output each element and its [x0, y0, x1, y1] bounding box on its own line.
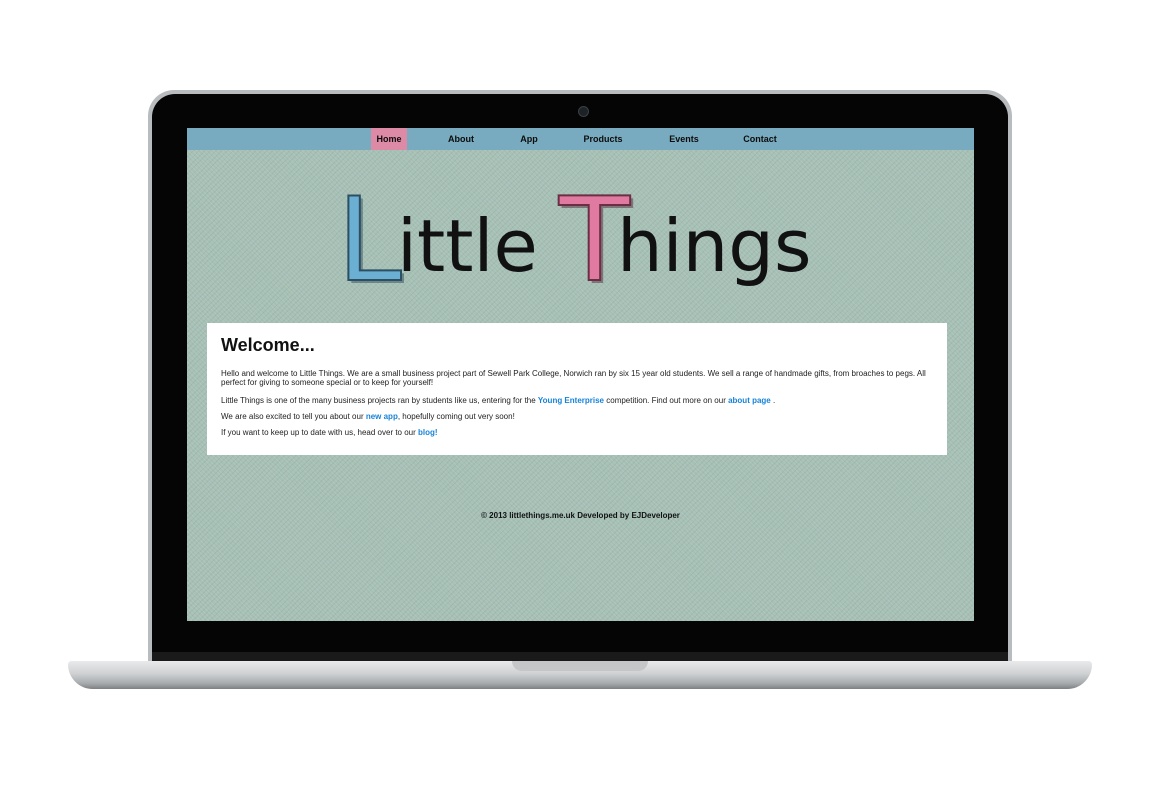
website-screen: Home About App Products Events Contact L…	[187, 128, 974, 621]
laptop-notch	[512, 661, 648, 671]
blog-link[interactable]: blog!	[418, 428, 438, 437]
welcome-heading: Welcome...	[221, 335, 315, 355]
nav-contact[interactable]: Contact	[735, 128, 785, 150]
footer-copyright: © 2013 littlethings.me.uk Developed by E…	[481, 511, 680, 520]
logo-text-hings: hings	[617, 204, 811, 288]
welcome-paragraph-3: We are also excited to tell you about ou…	[221, 412, 515, 421]
young-enterprise-link[interactable]: Young Enterprise	[538, 396, 604, 405]
welcome-panel: Welcome... Hello and welcome to Little T…	[207, 323, 947, 455]
nav-events[interactable]: Events	[659, 128, 709, 150]
logo-text-ittle: ittle	[397, 204, 538, 288]
about-page-link[interactable]: about page	[728, 396, 771, 405]
welcome-paragraph-1: Hello and welcome to Little Things. We a…	[221, 369, 926, 387]
site-logo[interactable]: L T L T ittle hings	[335, 175, 815, 295]
nav-app[interactable]: App	[509, 128, 549, 150]
new-app-link[interactable]: new app	[366, 412, 398, 421]
camera-icon	[578, 106, 589, 117]
nav-about[interactable]: About	[436, 128, 486, 150]
nav-home[interactable]: Home	[371, 128, 407, 150]
nav-bar: Home About App Products Events Contact	[187, 128, 974, 150]
logo-letter-l: L	[337, 175, 402, 295]
welcome-paragraph-4: If you want to keep up to date with us, …	[221, 428, 438, 437]
welcome-paragraph-2: Little Things is one of the many busines…	[221, 396, 776, 405]
nav-products[interactable]: Products	[573, 128, 633, 150]
